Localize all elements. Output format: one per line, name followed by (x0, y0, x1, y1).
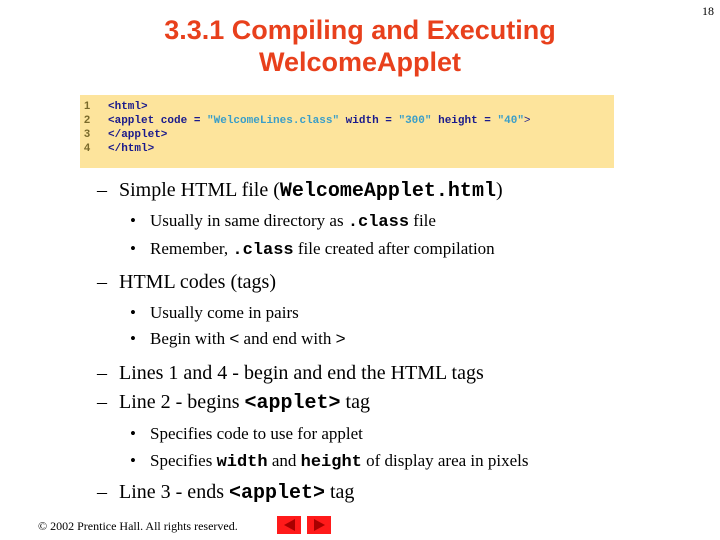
bullet-html-codes: – HTML codes (tags) (97, 270, 276, 294)
code-token: <applet code = (108, 115, 208, 127)
code-text: WelcomeApplet.html (279, 180, 496, 203)
text: Usually come in pairs (150, 303, 299, 322)
dash: – (97, 271, 107, 293)
text: tag (340, 391, 370, 413)
text: Specifies code to use for applet (150, 424, 363, 443)
code-string: "40" (497, 115, 524, 127)
text: and (267, 451, 301, 470)
sub-bullet-begin-end: • Begin with < and end with > (130, 329, 346, 349)
text: ) (495, 179, 503, 201)
line-number: 1 (84, 100, 91, 112)
text: tag (325, 481, 355, 503)
code-line: 1 <html> (84, 99, 148, 113)
dash: – (97, 481, 107, 503)
code-text: width (216, 453, 268, 472)
line-number: 2 (84, 114, 91, 126)
line-number: 4 (84, 142, 91, 154)
page-number: 18 (702, 4, 714, 18)
code-line: 3 </applet> (84, 127, 167, 141)
code-line: 4 </html> (84, 141, 154, 155)
sub-bullet-same-directory: • Usually in same directory as .class fil… (130, 211, 436, 233)
code-string: "WelcomeLines.class" (207, 115, 340, 127)
copyright-notice: © 2002 Prentice Hall. All rights reserve… (38, 519, 238, 533)
text: Begin with (150, 329, 230, 348)
line-number: 3 (84, 128, 91, 140)
text: HTML codes (tags) (119, 271, 276, 293)
sub-bullet-remember: • Remember, .class file created after com… (130, 239, 495, 261)
code-token: > (523, 115, 531, 127)
bullet-dot: • (130, 451, 136, 470)
greater-than-symbol: > (335, 329, 346, 348)
sub-bullet-pairs: • Usually come in pairs (130, 303, 299, 323)
code-token: width = (339, 115, 399, 127)
bullet-dot: • (130, 424, 136, 443)
bullet-line-2: – Line 2 - begins <applet> tag (97, 390, 370, 416)
dash: – (97, 391, 107, 413)
code-listing: 1 <html> 2 <applet code = "WelcomeLines.cla… (80, 95, 614, 168)
text: file created after compilation (293, 239, 495, 258)
code-string: "300" (398, 115, 432, 127)
text: Specifies (150, 451, 217, 470)
bullet-dot: • (130, 303, 136, 322)
code-token: </applet> (108, 129, 168, 141)
code-text: .class (232, 241, 294, 260)
code-text: height (300, 453, 362, 472)
title-line-1: 3.3.1 Compiling and Executing (164, 15, 556, 45)
text: Simple HTML file ( (119, 179, 280, 201)
bullet-dot: • (130, 239, 136, 258)
code-token: <html> (108, 101, 148, 113)
previous-slide-button[interactable] (277, 516, 301, 534)
text: Line 3 - ends (119, 481, 229, 503)
bullet-dot: • (130, 211, 136, 230)
code-line: 2 <applet code = "WelcomeLines.class" wid… (84, 113, 531, 127)
text: of display area in pixels (361, 451, 529, 470)
arrow-right-icon (313, 519, 325, 531)
code-text: .class (347, 213, 410, 232)
text: Line 2 - begins (119, 391, 245, 413)
code-token: </html> (108, 143, 155, 155)
title-line-2: WelcomeApplet (258, 47, 462, 77)
code-text: <applet> (228, 482, 325, 505)
bullet-dot: • (130, 329, 136, 348)
bullet-lines-1-4: – Lines 1 and 4 - begin and end the HTML … (97, 361, 484, 385)
less-than-symbol: < (229, 329, 240, 348)
slide-title: 3.3.1 Compiling and Executing WelcomeApp… (130, 14, 590, 78)
text: and end with (239, 329, 336, 348)
arrow-left-icon (283, 519, 295, 531)
code-text: <applet> (244, 392, 341, 415)
text: Remember, (150, 239, 233, 258)
sub-bullet-specifies-code: • Specifies code to use for applet (130, 424, 363, 444)
sub-bullet-width-height: • Specifies width and height of display a… (130, 451, 529, 473)
dash: – (97, 362, 107, 384)
code-token: height = (431, 115, 498, 127)
text: Lines 1 and 4 - begin and end the HTML t… (119, 362, 484, 384)
bullet-html-file: – Simple HTML file (WelcomeApplet.html) (97, 178, 503, 204)
text: Usually in same directory as (150, 211, 348, 230)
dash: – (97, 179, 107, 201)
next-slide-button[interactable] (307, 516, 331, 534)
text: file (409, 211, 436, 230)
bullet-line-3: – Line 3 - ends <applet> tag (97, 480, 354, 506)
